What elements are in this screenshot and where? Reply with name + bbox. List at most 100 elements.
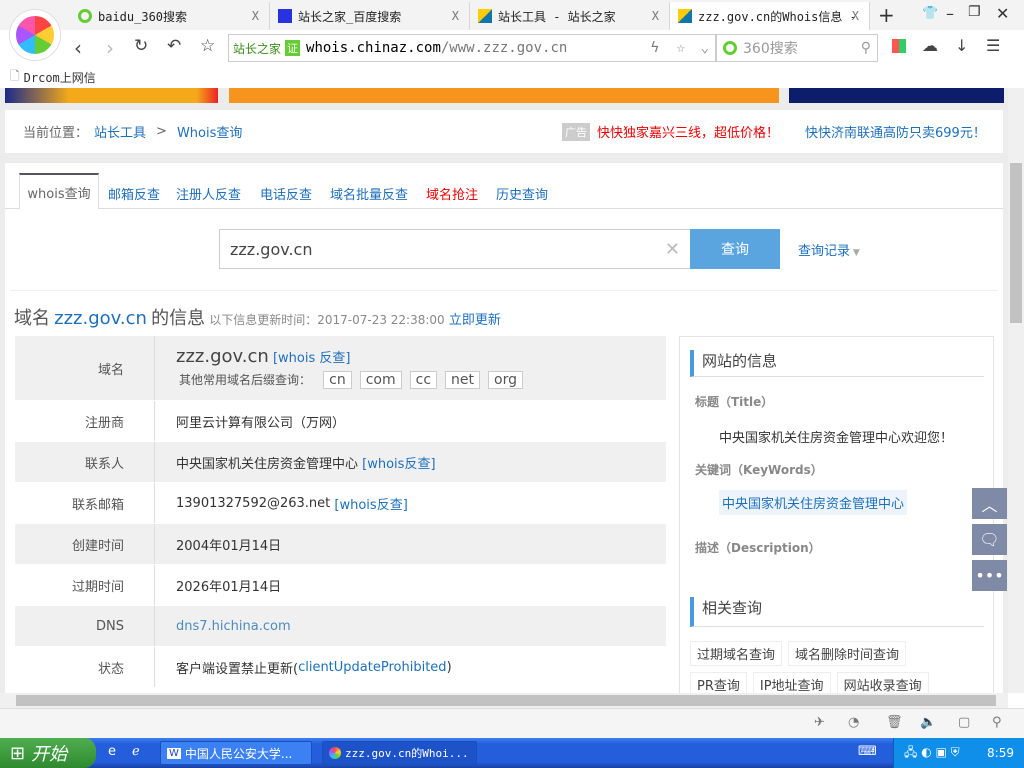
close-tab-icon[interactable]: X <box>252 9 259 23</box>
tab-domain-snap[interactable]: 域名抢注 <box>426 184 478 203</box>
breadcrumb-link-tools[interactable]: 站长工具 <box>94 122 146 141</box>
query-history-dropdown[interactable]: 查询记录 ▼ <box>798 240 860 259</box>
related-link[interactable]: 过期域名查询 <box>690 641 783 666</box>
tab-whois[interactable]: whois查询 <box>19 173 99 209</box>
clear-icon[interactable]: ✕ <box>665 239 680 260</box>
browser-tab-active[interactable]: zzz.gov.cn的Whois信息 -X <box>670 2 870 30</box>
zoom-icon[interactable]: ⚲ <box>992 715 1002 730</box>
taskbar-item-word[interactable]: W 中国人民公安大学... <box>160 741 312 765</box>
sync-icon[interactable]: ☁ <box>922 36 938 55</box>
update-now-link[interactable]: 立即更新 <box>449 313 501 328</box>
ad-banner[interactable] <box>5 88 218 103</box>
close-tab-icon[interactable]: X <box>652 9 659 23</box>
page-title: 域名 zzz.gov.cn 的信息 以下信息更新时间：2017-07-23 22… <box>14 304 501 330</box>
new-tab-button[interactable]: + <box>878 3 895 27</box>
browser-tab[interactable]: 站长工具 - 站长之家 X <box>470 2 670 30</box>
start-button[interactable]: ⊞ 开始 <box>0 738 96 768</box>
trash-icon[interactable]: 🗑 <box>886 715 903 730</box>
undo-button[interactable]: ↶ <box>167 36 181 56</box>
tab-history[interactable]: 历史查询 <box>496 184 548 203</box>
related-link[interactable]: 网站收录查询 <box>836 672 929 693</box>
related-link[interactable]: 域名删除时间查询 <box>788 641 907 666</box>
ad-banner[interactable] <box>229 88 779 103</box>
system-tray: 🖧 ◐ ▣ ⛨ 8:59 <box>893 738 1024 768</box>
row-value-tail: ) <box>446 659 452 675</box>
tab-title: zzz.gov.cn的Whois信息 - <box>698 9 857 24</box>
close-window-button[interactable]: ✕ <box>996 4 1009 23</box>
feedback-button[interactable]: 🗨 <box>972 524 1007 555</box>
maximize-button[interactable]: ❐ <box>968 4 981 20</box>
suffix-net[interactable]: net <box>445 371 481 389</box>
taskbar-item-browser[interactable]: zzz.gov.cn的Whoi... <box>322 741 477 765</box>
query-button[interactable]: 查询 <box>690 229 780 269</box>
ad-link-1[interactable]: 快快独家嘉兴三线，超低价格！ <box>597 122 779 141</box>
related-link[interactable]: PR查询 <box>690 672 747 693</box>
table-row-dns: DNS dns7.hichina.com <box>15 606 666 647</box>
back-to-top-button[interactable]: ︿ <box>972 488 1007 519</box>
related-link[interactable]: IP地址查询 <box>752 672 831 693</box>
bookmark-star-icon[interactable]: ☆ <box>677 40 685 56</box>
ad-link-2[interactable]: 快快济南联通高防只卖699元！ <box>805 122 986 141</box>
more-button[interactable]: ••• <box>972 560 1007 591</box>
skin-icon[interactable]: 👕 <box>922 6 938 21</box>
search-box[interactable]: 360搜索 ⚲ <box>716 34 878 62</box>
ie-icon[interactable]: e <box>108 744 116 759</box>
address-bar[interactable]: 站长之家 证 whois.chinaz.com/www.zzz.gov.cn ϟ… <box>228 34 716 62</box>
chevron-down-icon[interactable]: ⌄ <box>701 40 709 56</box>
accelerate-icon[interactable]: ◔ <box>848 715 859 730</box>
menu-icon[interactable]: ☰ <box>986 36 1000 55</box>
apps-icon[interactable] <box>892 39 906 53</box>
pin-icon[interactable]: ✈ <box>814 715 825 730</box>
vertical-scrollbar[interactable] <box>1008 88 1024 693</box>
back-button[interactable]: ‹ <box>74 36 82 60</box>
suffix-cn[interactable]: cn <box>323 371 352 389</box>
whois-reverse-link[interactable]: [whois反查] <box>334 494 407 513</box>
tab-email-reverse[interactable]: 邮箱反查 <box>108 184 160 203</box>
tab-phone-reverse[interactable]: 电话反查 <box>260 184 312 203</box>
search-icon[interactable]: ⚲ <box>861 40 871 56</box>
window-icon[interactable]: ▢ <box>958 715 970 730</box>
horizontal-scrollbar[interactable] <box>0 693 1008 708</box>
scroll-thumb[interactable] <box>16 695 996 706</box>
breadcrumb-label: 当前位置： <box>23 126 89 141</box>
ad-banner[interactable] <box>789 88 1004 103</box>
description-label: 描述（Description） <box>695 541 821 555</box>
browser-tab[interactable]: baidu_360搜索 X <box>70 2 270 30</box>
tray-icons[interactable]: 🖧 ◐ ▣ ⛨ <box>894 743 960 764</box>
title-value: 中央国家机关住房资金管理中心欢迎您！ <box>719 431 954 446</box>
suffix-org[interactable]: org <box>488 371 523 389</box>
browser-tab[interactable]: 站长之家_百度搜索 X <box>270 2 470 30</box>
row-value: dns7.hichina.com <box>176 618 291 634</box>
download-icon[interactable]: ↓ <box>955 36 968 55</box>
suffix-cc[interactable]: cc <box>409 371 438 389</box>
whois-reverse-link[interactable]: [whois 反查] <box>273 351 351 366</box>
refresh-button[interactable]: ↻ <box>134 36 148 56</box>
sound-icon[interactable]: 🔈 <box>920 715 936 730</box>
bookmark-item[interactable]: Drcom上网信 <box>24 69 96 86</box>
scroll-thumb[interactable] <box>1010 163 1022 323</box>
forward-button[interactable]: › <box>106 36 114 60</box>
row-value: 2004年01月14日 <box>176 538 282 554</box>
windows-logo-icon: ⊞ <box>10 742 26 764</box>
status-link[interactable]: clientUpdateProhibited <box>298 660 446 675</box>
query-history-label: 查询记录 <box>798 244 851 259</box>
tab-batch-reverse[interactable]: 域名批量反查 <box>330 184 408 203</box>
whois-reverse-link[interactable]: [whois反查] <box>362 453 435 472</box>
tab-registrant-reverse[interactable]: 注册人反查 <box>176 184 241 203</box>
favorite-star-icon[interactable]: ☆ <box>200 36 215 56</box>
chinaz-icon <box>478 9 492 23</box>
close-tab-icon[interactable]: X <box>452 9 459 23</box>
site-info-panel: 网站的信息 标题（Title） 中央国家机关住房资金管理中心欢迎您！ 关键词（K… <box>679 336 994 693</box>
keyboard-icon[interactable]: ⌨ <box>858 744 877 759</box>
suffix-com[interactable]: com <box>359 371 402 389</box>
title-domain: zzz.gov.cn <box>54 308 147 329</box>
ie-alt-icon[interactable]: ℯ <box>132 744 140 759</box>
breadcrumb-link-whois[interactable]: Whois查询 <box>177 122 242 141</box>
360-search-icon <box>723 41 737 55</box>
minimize-button[interactable]: – <box>946 4 954 23</box>
speed-icon[interactable]: ϟ <box>651 40 659 56</box>
domain-query-input[interactable]: zzz.gov.cn ✕ <box>219 229 691 269</box>
start-label: 开始 <box>31 744 68 765</box>
suffix-label: 其他常用域名后缀查询： <box>179 373 312 387</box>
close-tab-icon[interactable]: X <box>852 9 859 23</box>
